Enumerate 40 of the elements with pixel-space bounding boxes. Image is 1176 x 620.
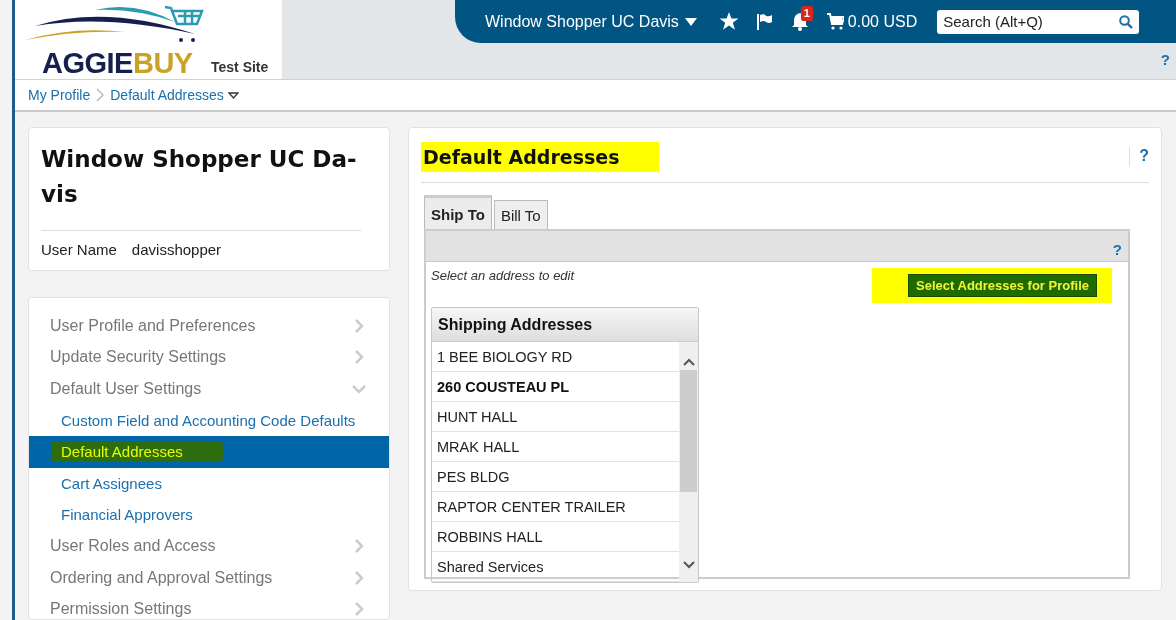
breadcrumb-link[interactable]: My Profile <box>28 87 91 103</box>
breadcrumb-link[interactable]: Default Addresses <box>110 87 239 103</box>
help-link[interactable]: ? <box>1112 241 1122 258</box>
chevron-up-icon[interactable] <box>682 358 695 366</box>
user-menu[interactable]: Window Shopper UC Davis <box>485 12 697 31</box>
sidebar-subitem[interactable]: Default Addresses <box>29 436 389 468</box>
cart-link[interactable]: 0.00 USD <box>826 12 918 31</box>
help-link[interactable]: ? <box>1160 51 1170 68</box>
search-field[interactable]: Search (Alt+Q) <box>937 9 1140 34</box>
select-addresses-button[interactable]: Select Addresses for Profile <box>908 274 1097 297</box>
profile-name: Window Shopper UC Da-vis <box>41 142 361 231</box>
tab[interactable]: Ship To <box>424 195 492 229</box>
scrollbar-thumb[interactable] <box>680 370 697 492</box>
field-label: User Name <box>41 241 117 258</box>
sidebar-item[interactable]: Update Security Settings <box>29 341 389 373</box>
caret-icon <box>684 17 697 26</box>
sidebar-subitem[interactable]: Financial Approvers <box>29 499 389 531</box>
page-title: Default Addresses <box>421 142 660 172</box>
scrollbar[interactable] <box>679 342 698 582</box>
star-icon[interactable] <box>718 12 739 31</box>
list-heading: Shipping Addresses <box>432 308 698 342</box>
sidebar-item[interactable]: User Roles and Access <box>29 530 389 562</box>
logo-tagline: Test Site <box>211 59 269 75</box>
logo-wordmark: AGGIEBUY <box>42 48 193 78</box>
cart-icon <box>826 13 844 30</box>
sidebar-item[interactable]: Default User Settings <box>29 373 389 405</box>
search-icon[interactable] <box>1119 14 1134 29</box>
tab[interactable]: Bill To <box>493 200 548 229</box>
hint-text: Select an address to edit <box>431 268 575 283</box>
sidebar-subitem[interactable]: Cart Assignees <box>29 467 389 499</box>
field-value: davisshopper <box>131 241 222 258</box>
sidebar-item[interactable]: Permission Settings <box>29 593 389 620</box>
help-link[interactable]: ? <box>1129 147 1149 167</box>
chevron-down-icon[interactable] <box>682 561 695 569</box>
notification-badge: 1 <box>800 6 813 21</box>
chevron-right-icon <box>96 88 105 102</box>
sidebar-item[interactable]: Ordering and Approval Settings <box>29 562 389 594</box>
flag-icon[interactable] <box>756 12 773 31</box>
sidebar-item[interactable]: User Profile and Preferences <box>29 310 389 342</box>
sidebar-subitem[interactable]: Custom Field and Accounting Code Defaults <box>29 404 389 436</box>
